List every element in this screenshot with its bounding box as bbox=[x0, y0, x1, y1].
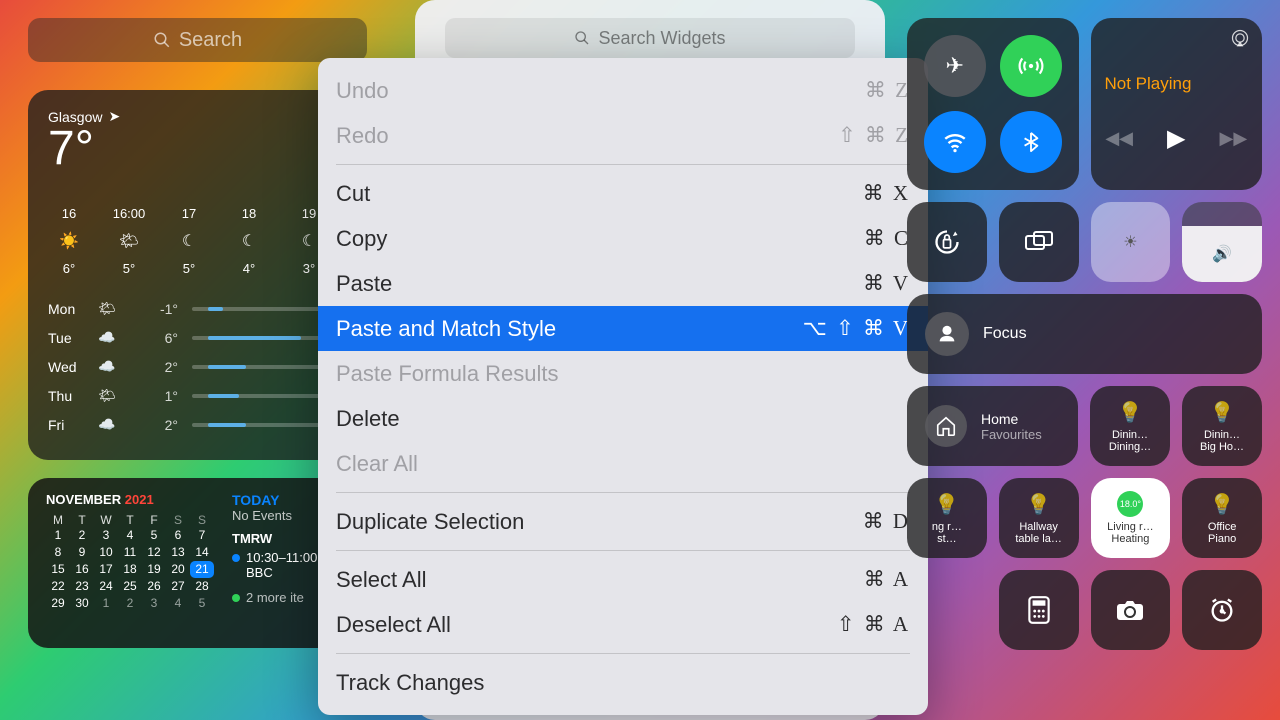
camera-button[interactable] bbox=[1091, 570, 1171, 650]
menu-item-duplicate-selection[interactable]: Duplicate Selection⌘ D bbox=[318, 499, 928, 544]
forward-button[interactable]: ▶▶ bbox=[1219, 128, 1247, 149]
search-icon bbox=[574, 30, 590, 46]
screen-mirroring-button[interactable] bbox=[999, 202, 1079, 282]
search-icon bbox=[153, 31, 171, 49]
calculator-icon bbox=[1026, 595, 1052, 625]
volume-slider[interactable]: 🔊 bbox=[1182, 202, 1262, 282]
focus-label: Focus bbox=[983, 325, 1027, 343]
home-accessory-dining-2[interactable]: 💡Dinin…Big Ho… bbox=[1182, 386, 1262, 466]
airdrop-toggle[interactable] bbox=[1000, 35, 1062, 97]
lightbulb-icon: 💡 bbox=[1118, 400, 1143, 425]
edit-context-menu: Undo⌘ ZRedo⇧ ⌘ ZCut⌘ XCopy⌘ CPaste⌘ VPas… bbox=[318, 58, 928, 715]
daily-forecast-row: Fri☁️2° bbox=[48, 410, 347, 439]
menu-item-undo: Undo⌘ Z bbox=[318, 68, 928, 113]
wifi-toggle[interactable] bbox=[924, 111, 986, 173]
antenna-icon bbox=[1018, 53, 1044, 79]
menu-separator bbox=[336, 550, 910, 551]
lightbulb-icon: 💡 bbox=[1210, 492, 1235, 517]
daily-forecast-row: Thu🌤1° bbox=[48, 381, 347, 410]
home-tile[interactable]: HomeFavourites bbox=[907, 386, 1078, 466]
search-widgets-placeholder: Search Widgets bbox=[598, 28, 725, 49]
airplay-icon bbox=[1230, 28, 1250, 48]
lightbulb-icon: 💡 bbox=[934, 492, 959, 517]
menu-item-paste-and-match-style[interactable]: Paste and Match Style⌥ ⇧ ⌘ V bbox=[318, 306, 928, 351]
alarm-button[interactable] bbox=[1182, 570, 1262, 650]
focus-icon bbox=[925, 312, 969, 356]
menu-item-select-all[interactable]: Select All⌘ A bbox=[318, 557, 928, 602]
menu-separator bbox=[336, 164, 910, 165]
calculator-button[interactable] bbox=[999, 570, 1079, 650]
focus-button[interactable]: Focus bbox=[907, 294, 1262, 374]
hourly-forecast-item: 16☀️6° bbox=[48, 206, 90, 276]
spotlight-placeholder: Search bbox=[179, 29, 242, 52]
rewind-button[interactable]: ◀◀ bbox=[1105, 128, 1133, 149]
play-button[interactable]: ▶ bbox=[1167, 124, 1185, 153]
menu-item-delete[interactable]: Delete bbox=[318, 396, 928, 441]
home-icon bbox=[925, 405, 967, 447]
daily-forecast-row: Mon🌤-1° bbox=[48, 294, 347, 323]
lightbulb-icon: 💡 bbox=[1026, 492, 1051, 517]
menu-item-paste-formula-results: Paste Formula Results bbox=[318, 351, 928, 396]
screens-icon bbox=[1024, 229, 1054, 255]
menu-item-deselect-all[interactable]: Deselect All⇧ ⌘ A bbox=[318, 602, 928, 647]
wifi-icon bbox=[942, 129, 968, 155]
airplane-icon: ✈ bbox=[946, 53, 964, 79]
daily-forecast-row: Wed☁️2° bbox=[48, 352, 347, 381]
search-widgets-input[interactable]: Search Widgets bbox=[445, 18, 855, 58]
hourly-forecast-item: 16:00🌤5° bbox=[108, 206, 150, 276]
hourly-forecast-item: 18☾4° bbox=[228, 206, 270, 276]
bluetooth-toggle[interactable] bbox=[1000, 111, 1062, 173]
home-accessory-heating[interactable]: 18.0°Living r…Heating bbox=[1091, 478, 1171, 558]
location-arrow-icon: ➤ bbox=[108, 108, 120, 125]
weather-widget[interactable]: Glasgow ➤ 7° 16☀️6°16:00🌤5°17☾5°18☾4°19☾… bbox=[28, 90, 367, 460]
menu-item-paste[interactable]: Paste⌘ V bbox=[318, 261, 928, 306]
hourly-forecast-item: 17☾5° bbox=[168, 206, 210, 276]
spotlight-search[interactable]: Search bbox=[28, 18, 367, 62]
brightness-icon: ☀ bbox=[1123, 232, 1137, 252]
speaker-icon: 🔊 bbox=[1212, 244, 1232, 264]
daily-forecast-row: Tue☁️6° bbox=[48, 323, 347, 352]
rotation-lock-icon bbox=[933, 228, 961, 256]
brightness-slider[interactable]: ☀ bbox=[1091, 202, 1171, 282]
menu-item-redo: Redo⇧ ⌘ Z bbox=[318, 113, 928, 158]
control-center: ✈ Not Playing ◀◀ ▶ ▶▶ ☀ 🔊 Focus bbox=[907, 18, 1262, 650]
now-playing-title: Not Playing bbox=[1105, 74, 1249, 94]
alarm-clock-icon bbox=[1208, 596, 1236, 624]
airplane-mode-toggle[interactable]: ✈ bbox=[924, 35, 986, 97]
menu-item-track-changes[interactable]: Track Changes bbox=[318, 660, 928, 705]
lightbulb-icon: 💡 bbox=[1210, 400, 1235, 425]
menu-item-cut[interactable]: Cut⌘ X bbox=[318, 171, 928, 216]
bluetooth-icon bbox=[1020, 129, 1042, 155]
calendar-widget[interactable]: NOVEMBER 2021 MTWTFSS 123456789101112131… bbox=[28, 478, 367, 648]
menu-separator bbox=[336, 653, 910, 654]
weather-current-temp: 7° bbox=[48, 121, 347, 176]
home-accessory-office[interactable]: 💡OfficePiano bbox=[1182, 478, 1262, 558]
camera-icon bbox=[1115, 598, 1145, 622]
orientation-lock-button[interactable] bbox=[907, 202, 987, 282]
home-accessory-hallway[interactable]: 💡Hallwaytable la… bbox=[999, 478, 1079, 558]
connectivity-toggles: ✈ bbox=[907, 18, 1079, 190]
menu-separator bbox=[336, 492, 910, 493]
menu-item-copy[interactable]: Copy⌘ C bbox=[318, 216, 928, 261]
thermostat-icon: 18.0° bbox=[1117, 491, 1143, 517]
home-accessory-dining-1[interactable]: 💡Dinin…Dining… bbox=[1090, 386, 1170, 466]
home-accessory-3[interactable]: 💡ng r…st… bbox=[907, 478, 987, 558]
now-playing-tile[interactable]: Not Playing ◀◀ ▶ ▶▶ bbox=[1091, 18, 1263, 190]
menu-item-clear-all: Clear All bbox=[318, 441, 928, 486]
